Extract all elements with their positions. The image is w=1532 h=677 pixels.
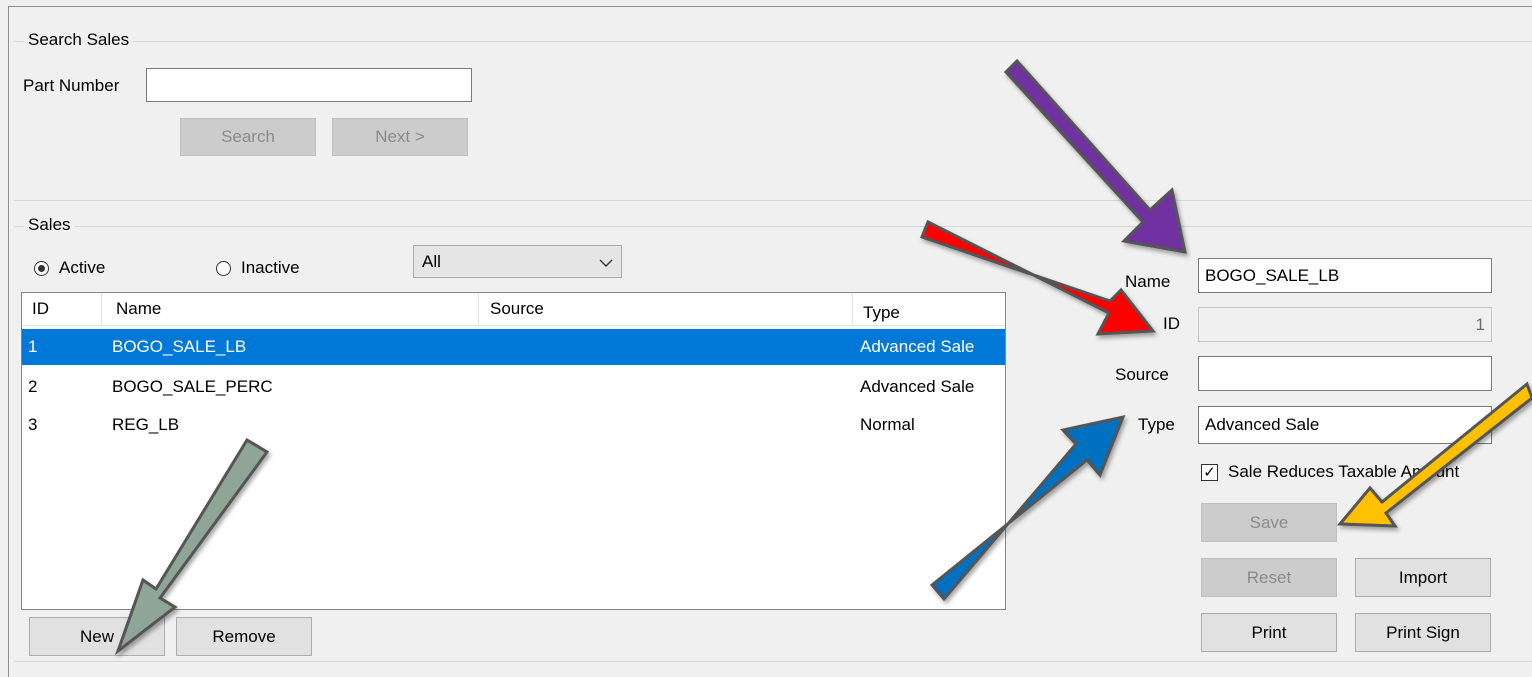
gold-arrow-icon (1336, 381, 1532, 528)
annotation-arrows (114, 58, 1532, 656)
blue-arrow-icon (929, 414, 1126, 602)
red-arrow-icon (920, 219, 1156, 336)
gray-arrow-icon (114, 437, 270, 656)
purple-arrow-icon (1003, 58, 1187, 254)
